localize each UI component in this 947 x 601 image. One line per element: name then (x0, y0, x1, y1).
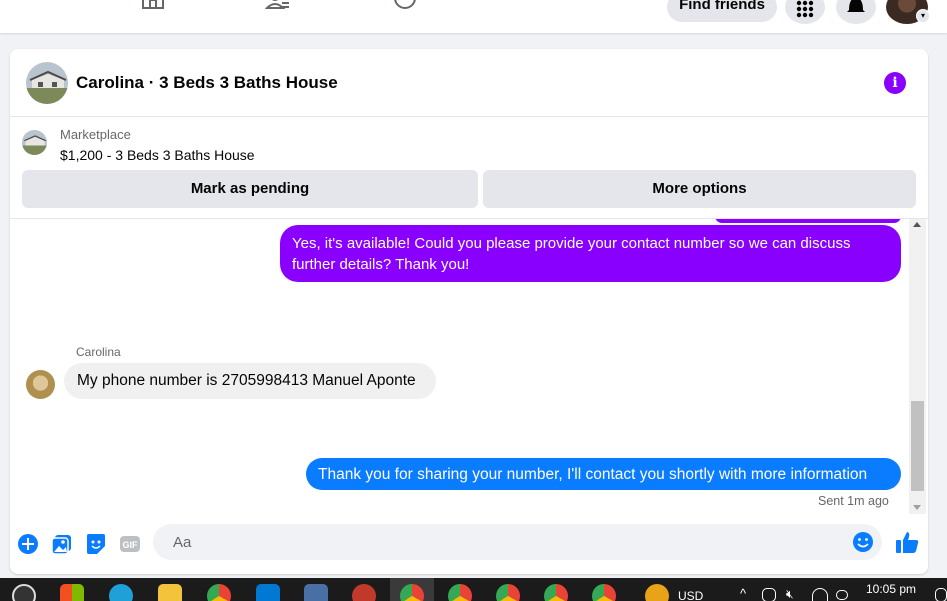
message-composer: GIF (10, 519, 928, 574)
incoming-message[interactable]: My phone number is 2705998413 Manuel Apo… (64, 363, 436, 399)
battery-icon[interactable] (762, 588, 776, 601)
currency-icon (645, 584, 669, 601)
currency-label: USD (678, 589, 704, 601)
top-navigation-bar: Find friends ▾ (0, 0, 947, 33)
notifications-icon (847, 0, 865, 12)
wifi-icon[interactable] (812, 588, 828, 601)
plus-icon[interactable] (17, 533, 39, 555)
house-image (22, 130, 47, 155)
groups-icon[interactable] (392, 0, 418, 14)
info-icon[interactable]: i (884, 72, 906, 94)
chat-header: Carolina · 3 Beds 3 Baths House i (10, 49, 928, 117)
message-input[interactable] (153, 524, 882, 560)
friends-icon[interactable] (265, 0, 291, 14)
notifications-button[interactable] (836, 0, 876, 24)
listing-title[interactable]: $1,200 - 3 Beds 3 Baths House (60, 147, 255, 163)
menu-grid-icon (796, 0, 814, 18)
scrollbar-thumb[interactable] (911, 401, 924, 491)
edge-icon[interactable] (109, 584, 133, 601)
menu-button[interactable] (785, 0, 825, 24)
outlook-icon[interactable] (256, 584, 280, 601)
sender-name: Carolina (76, 345, 121, 359)
chat-title[interactable]: Carolina · 3 Beds 3 Baths House (76, 73, 338, 93)
chrome-icon[interactable] (544, 584, 568, 601)
gif-icon[interactable]: GIF (119, 533, 141, 555)
file-explorer-icon[interactable] (158, 584, 182, 601)
document-icon[interactable] (304, 584, 328, 601)
sent-status: Sent 1m ago (818, 494, 889, 508)
chrome-icon[interactable] (592, 584, 616, 601)
like-icon[interactable] (894, 529, 920, 555)
store-icon[interactable] (60, 584, 84, 601)
app-icon[interactable] (352, 584, 376, 601)
chrome-icon[interactable] (496, 584, 520, 601)
marketplace-listing-bar: Marketplace $1,200 - 3 Beds 3 Baths Hous… (10, 118, 928, 218)
listing-avatar[interactable] (26, 62, 68, 104)
taskbar: USD ^ 🔇︎ 10:05 pm (0, 578, 947, 601)
account-avatar[interactable]: ▾ (886, 0, 930, 24)
chrome-icon[interactable] (448, 584, 472, 601)
emoji-icon[interactable] (852, 531, 874, 553)
screen-icon[interactable] (836, 590, 848, 600)
sticker-icon[interactable] (85, 533, 107, 555)
scroll-down-arrow-icon[interactable] (913, 505, 921, 510)
notification-center-icon[interactable] (935, 588, 947, 601)
scroll-up-arrow-icon[interactable] (913, 222, 921, 227)
clock[interactable]: 10:05 pm (866, 582, 916, 596)
sender-avatar[interactable] (26, 370, 55, 399)
outgoing-message[interactable]: Yes, it's available! Could you please pr… (280, 225, 901, 282)
media-player-icon[interactable] (12, 584, 36, 601)
chevron-down-icon: ▾ (916, 9, 930, 23)
listing-thumbnail[interactable] (22, 130, 47, 155)
house-image (26, 62, 68, 104)
chat-window: Carolina · 3 Beds 3 Baths House i Market… (10, 49, 928, 574)
previous-message-bubble (715, 219, 901, 223)
scrollbar[interactable] (909, 219, 926, 514)
marketplace-label: Marketplace (60, 127, 131, 142)
mark-as-pending-button[interactable]: Mark as pending (22, 170, 478, 208)
volume-muted-icon[interactable]: 🔇︎ (786, 587, 794, 601)
outgoing-message[interactable]: Thank you for sharing your number, I'll … (306, 458, 901, 490)
more-options-button[interactable]: More options (483, 170, 916, 208)
svg-text:GIF: GIF (123, 540, 139, 550)
find-friends-button[interactable]: Find friends (667, 0, 777, 22)
home-icon[interactable] (140, 0, 166, 14)
message-thread: Yes, it's available! Could you please pr… (10, 219, 928, 519)
photo-icon[interactable] (51, 533, 73, 555)
chrome-icon[interactable] (400, 584, 424, 601)
chrome-icon[interactable] (207, 584, 231, 601)
chevron-up-icon[interactable]: ^ (740, 586, 746, 601)
